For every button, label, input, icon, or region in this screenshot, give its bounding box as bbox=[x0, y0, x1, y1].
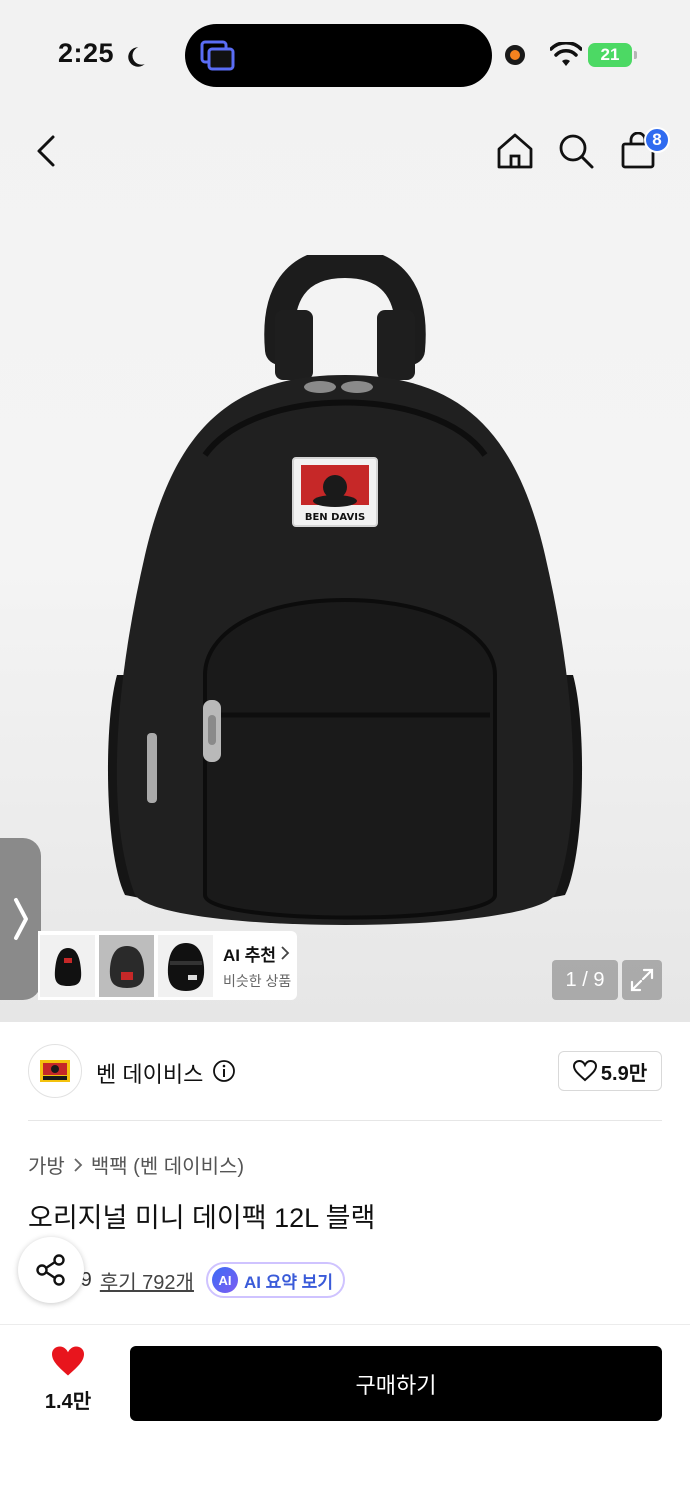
backpack-thumbnail-image bbox=[109, 945, 144, 988]
heart-outline-icon bbox=[572, 1060, 597, 1082]
expand-image-button[interactable] bbox=[622, 960, 662, 1000]
brand-like-count: 5.9만 bbox=[600, 1062, 648, 1085]
backpack-thumbnail-image bbox=[54, 947, 81, 986]
ai-recommendation-subtitle: 비슷한 상품 bbox=[223, 972, 292, 989]
battery-indicator: 21 bbox=[588, 43, 637, 67]
share-button[interactable] bbox=[18, 1237, 84, 1303]
search-button[interactable] bbox=[550, 125, 602, 177]
chevron-right-icon bbox=[281, 946, 290, 960]
brand-like-button[interactable]: 5.9만 bbox=[558, 1051, 662, 1091]
product-title: 오리지널 미니 데이팩 12L 블랙 bbox=[28, 1203, 376, 1233]
expand-icon bbox=[630, 968, 654, 992]
home-button[interactable] bbox=[489, 125, 541, 177]
brand-logo-image bbox=[40, 1060, 70, 1082]
product-image-gallery[interactable]: 2:25 21 8 BEN DAVIS AI 추천 비슷한 상품 1 / 9 bbox=[0, 0, 690, 1022]
ai-summary-button[interactable]: AI AI 요약 보기 bbox=[205, 1262, 345, 1298]
heart-filled-icon bbox=[52, 1346, 84, 1376]
bottom-action-bar: 1.4만 구매하기 bbox=[0, 1324, 690, 1500]
recommended-product-thumbnail[interactable] bbox=[99, 934, 154, 997]
screen-mirroring-icon bbox=[200, 40, 235, 71]
cart-count-badge: 8 bbox=[644, 127, 670, 153]
breadcrumb-item-subcategory[interactable]: 백팩 (벤 데이비스) bbox=[91, 1150, 244, 1179]
wifi-icon bbox=[550, 42, 582, 66]
side-drawer-toggle[interactable] bbox=[0, 838, 41, 1000]
recommended-product-thumbnail[interactable] bbox=[158, 934, 213, 997]
ai-recommendation-title: AI 추천 bbox=[223, 941, 291, 966]
status-bar: 2:25 21 bbox=[0, 0, 690, 110]
moon-icon bbox=[128, 47, 145, 67]
image-counter: 1 / 9 bbox=[552, 960, 618, 1000]
ai-badge-icon: AI bbox=[211, 1267, 238, 1293]
buy-button[interactable]: 구매하기 bbox=[130, 1346, 662, 1421]
recommended-product-thumbnail[interactable] bbox=[40, 934, 95, 997]
share-icon bbox=[36, 1254, 65, 1286]
recording-indicator-icon bbox=[505, 45, 525, 65]
battery-level: 21 bbox=[600, 45, 620, 64]
patch-logo-text: BEN DAVIS bbox=[305, 512, 365, 523]
breadcrumb-item-category[interactable]: 가방 bbox=[28, 1150, 65, 1179]
status-time: 2:25 bbox=[58, 38, 115, 68]
divider bbox=[28, 1120, 662, 1121]
breadcrumb: 가방 백팩 (벤 데이비스) bbox=[28, 1150, 244, 1179]
backpack-thumbnail-image bbox=[167, 942, 204, 991]
wishlist-button[interactable]: 1.4만 bbox=[36, 1345, 100, 1421]
chevron-right-icon bbox=[13, 898, 28, 940]
info-icon[interactable] bbox=[212, 1059, 236, 1083]
wishlist-count: 1.4만 bbox=[44, 1391, 92, 1413]
brand-logo[interactable] bbox=[28, 1044, 82, 1098]
product-image: BEN DAVIS bbox=[107, 255, 583, 925]
back-button[interactable] bbox=[22, 125, 74, 177]
brand-name[interactable]: 벤 데이비스 bbox=[96, 1057, 203, 1089]
search-icon bbox=[559, 134, 594, 169]
reviews-link[interactable]: 후기 792개 bbox=[100, 1266, 194, 1295]
cart-button[interactable]: 8 bbox=[612, 125, 670, 177]
chevron-right-icon bbox=[74, 1157, 83, 1172]
ai-summary-label: AI 요약 보기 bbox=[243, 1272, 333, 1292]
ai-recommendation-text: AI 추천 비슷한 상품 bbox=[223, 941, 291, 991]
home-icon bbox=[497, 133, 533, 169]
brand-row: 벤 데이비스 5.9만 bbox=[28, 1044, 662, 1100]
chevron-left-icon bbox=[37, 135, 55, 167]
ai-recommendation-strip[interactable]: AI 추천 비슷한 상품 bbox=[38, 931, 297, 1000]
